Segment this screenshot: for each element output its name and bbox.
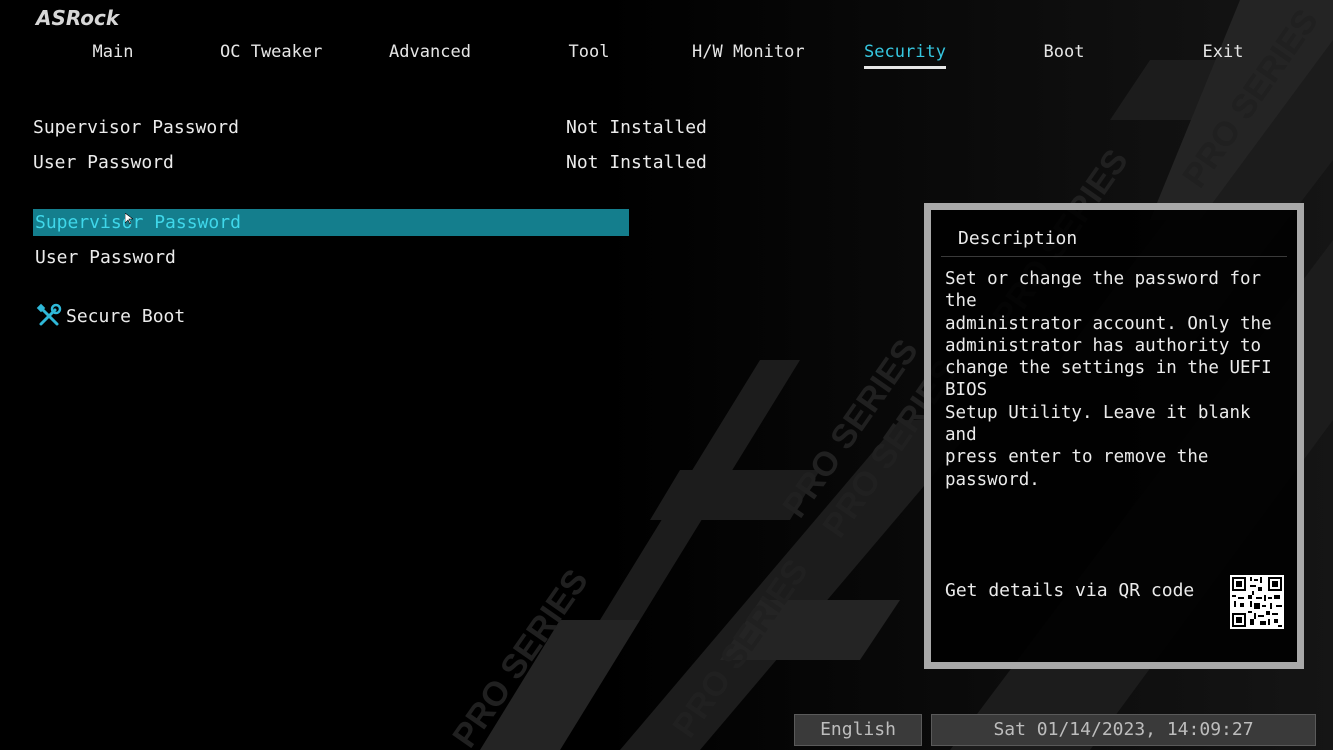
description-title: Description [958, 228, 1078, 249]
user-password-status-label: User Password [33, 152, 174, 173]
tab-hw-monitor[interactable]: H/W Monitor [692, 40, 805, 66]
mouse-cursor-icon [125, 213, 133, 225]
datetime-display: Sat 01/14/2023, 14:09:27 [931, 714, 1316, 746]
tab-exit[interactable]: Exit [1198, 40, 1248, 66]
qr-code-label: Get details via QR code [945, 580, 1195, 601]
secure-boot-submenu[interactable]: Secure Boot [36, 302, 185, 330]
tab-security[interactable]: Security [864, 40, 946, 69]
tab-main[interactable]: Main [80, 40, 146, 66]
tab-oc-tweaker[interactable]: OC Tweaker [220, 40, 322, 66]
asrock-logo: ASRock [36, 6, 120, 30]
supervisor-password-option[interactable]: Supervisor Password [33, 209, 629, 236]
tools-icon [36, 303, 62, 326]
secure-boot-label: Secure Boot [66, 305, 186, 327]
supervisor-password-status-value: Not Installed [566, 117, 707, 138]
qr-code-icon[interactable] [1230, 575, 1284, 629]
description-panel: Description Set or change the password f… [924, 203, 1304, 669]
description-text: Set or change the password for the admin… [945, 269, 1272, 490]
tab-advanced[interactable]: Advanced [386, 40, 474, 66]
user-password-option[interactable]: User Password [33, 244, 629, 271]
tab-boot[interactable]: Boot [1036, 40, 1092, 66]
description-divider [941, 256, 1287, 257]
supervisor-password-status-label: Supervisor Password [33, 117, 239, 138]
language-selector[interactable]: English [794, 714, 922, 746]
user-password-status-value: Not Installed [566, 152, 707, 173]
tab-tool[interactable]: Tool [560, 40, 618, 66]
main-tab-bar: Main OC Tweaker Advanced Tool H/W Monito… [0, 40, 1333, 70]
